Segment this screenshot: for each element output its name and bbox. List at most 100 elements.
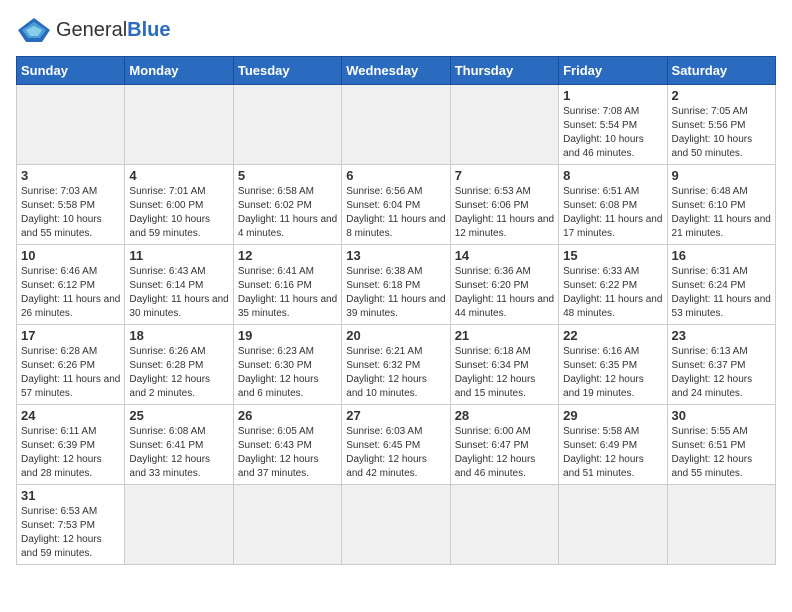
calendar-cell: 20 Sunrise: 6:21 AM Sunset: 6:32 PM Dayli… bbox=[342, 325, 450, 405]
day-info: Sunrise: 6:53 AM Sunset: 6:06 PM Dayligh… bbox=[455, 185, 554, 241]
day-info: Sunrise: 6:41 AM Sunset: 6:16 PM Dayligh… bbox=[238, 265, 337, 321]
day-info: Sunrise: 7:08 AM Sunset: 5:54 PM Dayligh… bbox=[563, 105, 662, 161]
calendar-cell bbox=[342, 485, 450, 565]
day-info: Sunrise: 7:01 AM Sunset: 6:00 PM Dayligh… bbox=[129, 185, 228, 241]
calendar-week-row: 10 Sunrise: 6:46 AM Sunset: 6:12 PM Dayli… bbox=[17, 245, 776, 325]
calendar-cell: 18Sunrise: 6:26 AM Sunset: 6:28 PM Dayli… bbox=[125, 325, 233, 405]
calendar-week-row: 24 Sunrise: 6:11 AM Sunset: 6:39 PM Dayli… bbox=[17, 405, 776, 485]
calendar-cell bbox=[342, 85, 450, 165]
day-info: Sunrise: 6:16 AM Sunset: 6:35 PM Dayligh… bbox=[563, 345, 662, 401]
day-number: 5 bbox=[238, 168, 337, 183]
calendar-cell: 21 Sunrise: 6:18 AM Sunset: 6:34 PM Dayli… bbox=[450, 325, 558, 405]
logo: GeneralBlue bbox=[16, 16, 171, 44]
day-number: 28 bbox=[455, 408, 554, 423]
day-info: Sunrise: 6:21 AM Sunset: 6:32 PM Dayligh… bbox=[346, 345, 445, 401]
day-number: 22 bbox=[563, 328, 662, 343]
calendar-cell: 13 Sunrise: 6:38 AM Sunset: 6:18 PM Dayli… bbox=[342, 245, 450, 325]
calendar-cell: 28 Sunrise: 6:00 AM Sunset: 6:47 PM Dayli… bbox=[450, 405, 558, 485]
day-number: 13 bbox=[346, 248, 445, 263]
logo-icon bbox=[16, 16, 52, 44]
calendar-header-row: SundayMondayTuesdayWednesdayThursdayFrid… bbox=[17, 57, 776, 85]
day-info: Sunrise: 6:11 AM Sunset: 6:39 PM Dayligh… bbox=[21, 425, 120, 481]
calendar-week-row: 31Sunrise: 6:53 AM Sunset: 7:53 PM Dayli… bbox=[17, 485, 776, 565]
day-number: 30 bbox=[672, 408, 771, 423]
day-info: Sunrise: 6:31 AM Sunset: 6:24 PM Dayligh… bbox=[672, 265, 771, 321]
calendar-cell: 27 Sunrise: 6:03 AM Sunset: 6:45 PM Dayli… bbox=[342, 405, 450, 485]
day-number: 20 bbox=[346, 328, 445, 343]
day-header-saturday: Saturday bbox=[667, 57, 775, 85]
calendar-cell: 1Sunrise: 7:08 AM Sunset: 5:54 PM Daylig… bbox=[559, 85, 667, 165]
day-info: Sunrise: 6:05 AM Sunset: 6:43 PM Dayligh… bbox=[238, 425, 337, 481]
calendar-cell bbox=[125, 85, 233, 165]
day-number: 12 bbox=[238, 248, 337, 263]
calendar-cell: 9Sunrise: 6:48 AM Sunset: 6:10 PM Daylig… bbox=[667, 165, 775, 245]
calendar-cell: 7Sunrise: 6:53 AM Sunset: 6:06 PM Daylig… bbox=[450, 165, 558, 245]
day-number: 23 bbox=[672, 328, 771, 343]
calendar-cell: 31Sunrise: 6:53 AM Sunset: 7:53 PM Dayli… bbox=[17, 485, 125, 565]
day-number: 21 bbox=[455, 328, 554, 343]
day-info: Sunrise: 6:51 AM Sunset: 6:08 PM Dayligh… bbox=[563, 185, 662, 241]
calendar-cell bbox=[667, 485, 775, 565]
calendar-cell bbox=[450, 85, 558, 165]
day-number: 14 bbox=[455, 248, 554, 263]
calendar-cell: 29Sunrise: 5:58 AM Sunset: 6:49 PM Dayli… bbox=[559, 405, 667, 485]
calendar-cell: 15Sunrise: 6:33 AM Sunset: 6:22 PM Dayli… bbox=[559, 245, 667, 325]
calendar-cell: 4 Sunrise: 7:01 AM Sunset: 6:00 PM Daylig… bbox=[125, 165, 233, 245]
day-info: Sunrise: 6:28 AM Sunset: 6:26 PM Dayligh… bbox=[21, 345, 120, 401]
day-info: Sunrise: 6:53 AM Sunset: 7:53 PM Dayligh… bbox=[21, 505, 120, 561]
day-info: Sunrise: 6:26 AM Sunset: 6:28 PM Dayligh… bbox=[129, 345, 228, 401]
day-number: 3 bbox=[21, 168, 120, 183]
calendar-cell: 10 Sunrise: 6:46 AM Sunset: 6:12 PM Dayli… bbox=[17, 245, 125, 325]
calendar-cell: 25Sunrise: 6:08 AM Sunset: 6:41 PM Dayli… bbox=[125, 405, 233, 485]
day-info: Sunrise: 7:03 AM Sunset: 5:58 PM Dayligh… bbox=[21, 185, 120, 241]
day-header-friday: Friday bbox=[559, 57, 667, 85]
day-info: Sunrise: 6:43 AM Sunset: 6:14 PM Dayligh… bbox=[129, 265, 228, 321]
calendar-cell: 3 Sunrise: 7:03 AM Sunset: 5:58 PM Daylig… bbox=[17, 165, 125, 245]
day-number: 26 bbox=[238, 408, 337, 423]
day-info: Sunrise: 6:23 AM Sunset: 6:30 PM Dayligh… bbox=[238, 345, 337, 401]
day-number: 11 bbox=[129, 248, 228, 263]
calendar-table: SundayMondayTuesdayWednesdayThursdayFrid… bbox=[16, 56, 776, 565]
day-info: Sunrise: 6:38 AM Sunset: 6:18 PM Dayligh… bbox=[346, 265, 445, 321]
page-header: GeneralBlue bbox=[16, 16, 776, 44]
calendar-week-row: 3 Sunrise: 7:03 AM Sunset: 5:58 PM Daylig… bbox=[17, 165, 776, 245]
day-info: Sunrise: 7:05 AM Sunset: 5:56 PM Dayligh… bbox=[672, 105, 771, 161]
calendar-week-row: 1Sunrise: 7:08 AM Sunset: 5:54 PM Daylig… bbox=[17, 85, 776, 165]
calendar-cell bbox=[17, 85, 125, 165]
day-number: 19 bbox=[238, 328, 337, 343]
day-info: Sunrise: 5:58 AM Sunset: 6:49 PM Dayligh… bbox=[563, 425, 662, 481]
day-info: Sunrise: 6:46 AM Sunset: 6:12 PM Dayligh… bbox=[21, 265, 120, 321]
calendar-cell bbox=[125, 485, 233, 565]
day-info: Sunrise: 6:18 AM Sunset: 6:34 PM Dayligh… bbox=[455, 345, 554, 401]
day-header-tuesday: Tuesday bbox=[233, 57, 341, 85]
day-number: 27 bbox=[346, 408, 445, 423]
calendar-cell: 23 Sunrise: 6:13 AM Sunset: 6:37 PM Dayli… bbox=[667, 325, 775, 405]
day-info: Sunrise: 5:55 AM Sunset: 6:51 PM Dayligh… bbox=[672, 425, 771, 481]
day-info: Sunrise: 6:08 AM Sunset: 6:41 PM Dayligh… bbox=[129, 425, 228, 481]
calendar-cell bbox=[450, 485, 558, 565]
day-number: 10 bbox=[21, 248, 120, 263]
calendar-cell: 14 Sunrise: 6:36 AM Sunset: 6:20 PM Dayli… bbox=[450, 245, 558, 325]
day-number: 4 bbox=[129, 168, 228, 183]
logo-text: GeneralBlue bbox=[56, 19, 171, 42]
day-header-monday: Monday bbox=[125, 57, 233, 85]
calendar-cell: 17Sunrise: 6:28 AM Sunset: 6:26 PM Dayli… bbox=[17, 325, 125, 405]
calendar-cell: 24 Sunrise: 6:11 AM Sunset: 6:39 PM Dayli… bbox=[17, 405, 125, 485]
day-info: Sunrise: 6:00 AM Sunset: 6:47 PM Dayligh… bbox=[455, 425, 554, 481]
calendar-cell: 16 Sunrise: 6:31 AM Sunset: 6:24 PM Dayli… bbox=[667, 245, 775, 325]
day-number: 9 bbox=[672, 168, 771, 183]
day-number: 6 bbox=[346, 168, 445, 183]
calendar-cell: 12 Sunrise: 6:41 AM Sunset: 6:16 PM Dayli… bbox=[233, 245, 341, 325]
calendar-cell: 11 Sunrise: 6:43 AM Sunset: 6:14 PM Dayli… bbox=[125, 245, 233, 325]
calendar-cell: 2 Sunrise: 7:05 AM Sunset: 5:56 PM Daylig… bbox=[667, 85, 775, 165]
day-info: Sunrise: 6:56 AM Sunset: 6:04 PM Dayligh… bbox=[346, 185, 445, 241]
day-info: Sunrise: 6:36 AM Sunset: 6:20 PM Dayligh… bbox=[455, 265, 554, 321]
day-info: Sunrise: 6:03 AM Sunset: 6:45 PM Dayligh… bbox=[346, 425, 445, 481]
day-number: 2 bbox=[672, 88, 771, 103]
calendar-cell: 8Sunrise: 6:51 AM Sunset: 6:08 PM Daylig… bbox=[559, 165, 667, 245]
day-info: Sunrise: 6:13 AM Sunset: 6:37 PM Dayligh… bbox=[672, 345, 771, 401]
calendar-cell: 19 Sunrise: 6:23 AM Sunset: 6:30 PM Dayli… bbox=[233, 325, 341, 405]
day-number: 16 bbox=[672, 248, 771, 263]
calendar-cell: 22 Sunrise: 6:16 AM Sunset: 6:35 PM Dayli… bbox=[559, 325, 667, 405]
day-number: 24 bbox=[21, 408, 120, 423]
